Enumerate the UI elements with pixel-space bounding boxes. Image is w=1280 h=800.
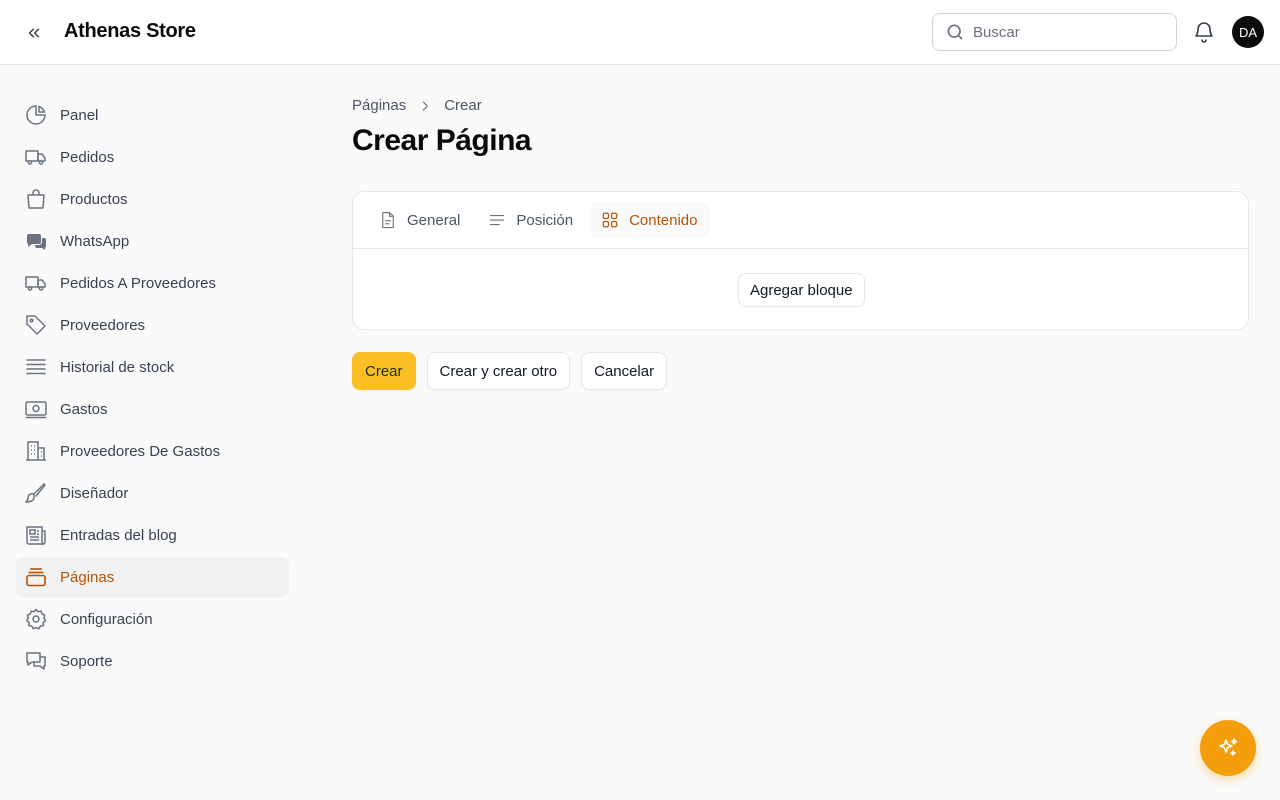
sidebar: Panel Pedidos Productos WhatsApp Pedidos… — [16, 95, 289, 683]
sidebar-item-label: Entradas del blog — [60, 526, 177, 544]
search-box[interactable] — [932, 13, 1177, 51]
banknote-icon — [24, 397, 48, 421]
breadcrumb-link-paginas[interactable]: Páginas — [352, 97, 406, 114]
top-bar: Athenas Store DA — [0, 0, 1280, 65]
breadcrumb: Páginas Crear — [352, 97, 482, 114]
tab-label: General — [407, 211, 461, 229]
sidebar-item-whatsapp[interactable]: WhatsApp — [16, 221, 289, 261]
sidebar-item-label: Soporte — [60, 652, 113, 670]
bell-icon — [1195, 22, 1213, 43]
sidebar-item-gastos[interactable]: Gastos — [16, 389, 289, 429]
sidebar-item-productos[interactable]: Productos — [16, 179, 289, 219]
tab-general[interactable]: General — [367, 202, 472, 238]
building-icon — [24, 439, 48, 463]
create-another-button[interactable]: Crear y crear otro — [426, 352, 571, 390]
avatar[interactable]: DA — [1232, 16, 1264, 48]
notifications-button[interactable] — [1192, 20, 1216, 44]
sparkles-icon — [1219, 738, 1238, 756]
shopping-bag-icon — [24, 187, 48, 211]
rectangle-stack-icon — [24, 565, 48, 589]
document-icon — [382, 211, 394, 229]
cancel-button[interactable]: Cancelar — [581, 352, 668, 390]
create-button[interactable]: Crear — [352, 352, 416, 390]
stack-lines-icon — [24, 355, 48, 379]
sidebar-item-panel[interactable]: Panel — [16, 95, 289, 135]
truck-icon — [24, 271, 48, 295]
sidebar-item-proveedores[interactable]: Proveedores — [16, 305, 289, 345]
sidebar-item-label: Configuración — [60, 610, 153, 628]
squares-icon — [602, 212, 618, 228]
sidebar-item-disenador[interactable]: Diseñador — [16, 473, 289, 513]
sidebar-item-pedidos[interactable]: Pedidos — [16, 137, 289, 177]
sidebar-item-label: Proveedores De Gastos — [60, 442, 221, 460]
tab-bar: General Posición Contenido — [353, 192, 1248, 249]
tab-label: Posición — [516, 211, 574, 229]
sidebar-item-label: Panel — [60, 106, 99, 124]
sidebar-item-soporte[interactable]: Soporte — [16, 641, 289, 681]
newspaper-icon — [24, 523, 48, 547]
form-card: General Posición Contenido Agregar bloqu… — [352, 191, 1249, 330]
chat-bubbles-icon — [24, 229, 48, 253]
breadcrumb-current: Crear — [444, 97, 482, 114]
sidebar-item-label: Diseñador — [60, 484, 129, 502]
chevron-right-icon — [418, 99, 432, 113]
sidebar-item-configuracion[interactable]: Configuración — [16, 599, 289, 639]
page-title: Crear Página — [352, 124, 532, 157]
sidebar-item-entradas-del-blog[interactable]: Entradas del blog — [16, 515, 289, 555]
tab-posicion[interactable]: Posición — [476, 202, 585, 238]
truck-icon — [24, 145, 48, 169]
brand-name: Athenas Store — [64, 20, 196, 42]
collapse-sidebar-button[interactable] — [20, 19, 48, 47]
form-actions: Crear Crear y crear otro Cancelar — [352, 352, 668, 390]
ai-assistant-button[interactable] — [1200, 720, 1256, 776]
chevron-double-left-icon — [28, 28, 40, 38]
sidebar-item-label: Pedidos — [60, 148, 115, 166]
tag-icon — [24, 313, 48, 337]
add-block-button[interactable]: Agregar bloque — [738, 273, 865, 307]
sidebar-item-label: Pedidos A Proveedores — [60, 274, 216, 292]
gear-icon — [24, 607, 48, 631]
sidebar-item-label: WhatsApp — [60, 232, 130, 250]
tab-contenido[interactable]: Contenido — [589, 202, 710, 238]
sidebar-item-label: Páginas — [60, 568, 115, 586]
sidebar-item-proveedores-de-gastos[interactable]: Proveedores De Gastos — [16, 431, 289, 471]
sidebar-item-label: Historial de stock — [60, 358, 175, 376]
paintbrush-icon — [24, 481, 48, 505]
sidebar-item-historial-de-stock[interactable]: Historial de stock — [16, 347, 289, 387]
sidebar-item-label: Proveedores — [60, 316, 146, 334]
sidebar-item-label: Gastos — [60, 400, 108, 418]
bars-icon — [490, 214, 505, 226]
sidebar-item-paginas[interactable]: Páginas — [16, 557, 289, 597]
sidebar-item-label: Productos — [60, 190, 128, 208]
search-icon — [947, 24, 963, 40]
sidebar-item-pedidos-a-proveedores[interactable]: Pedidos A Proveedores — [16, 263, 289, 303]
search-input[interactable] — [973, 23, 1163, 41]
pie-chart-icon — [24, 103, 48, 127]
tab-label: Contenido — [629, 211, 698, 229]
chat-support-icon — [24, 649, 48, 673]
